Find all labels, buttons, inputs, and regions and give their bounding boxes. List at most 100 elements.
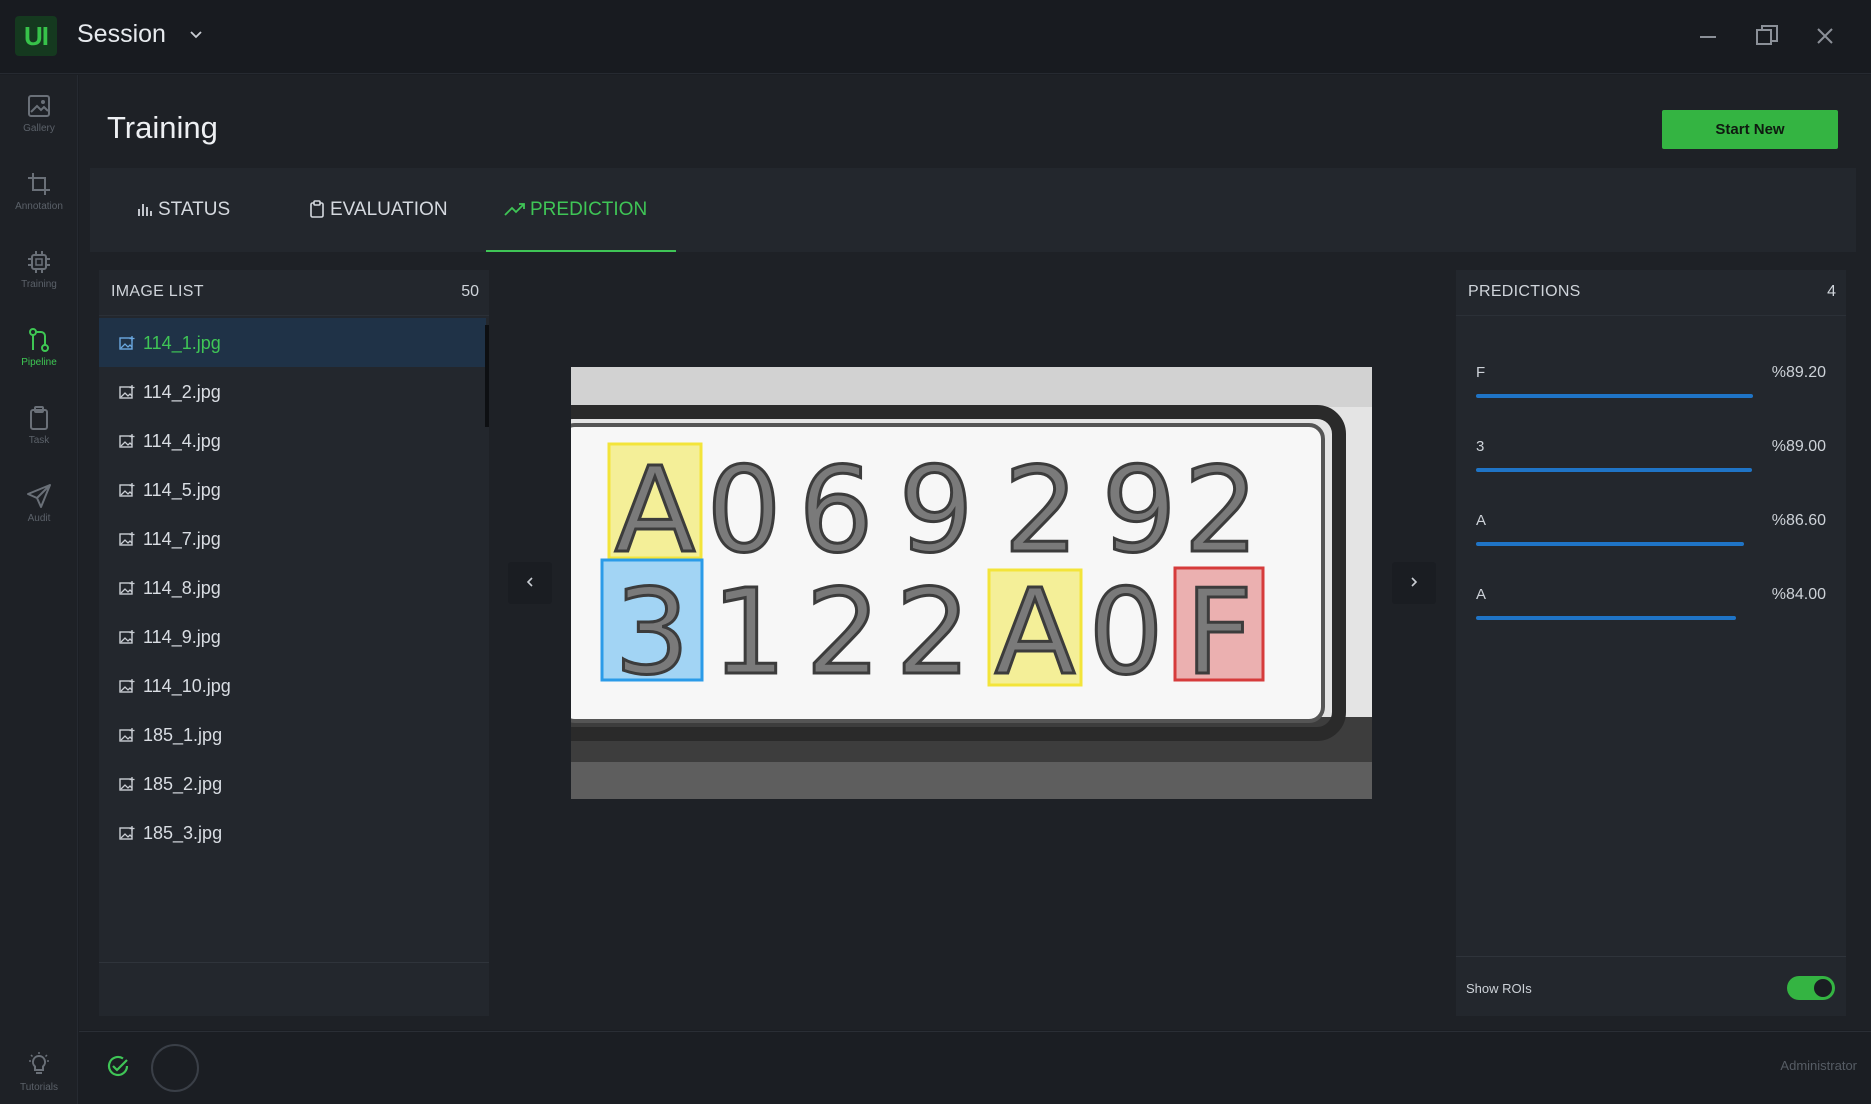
plate-character: A [995, 563, 1076, 701]
scrollbar-thumb[interactable] [485, 325, 489, 427]
page-title: Training [107, 110, 218, 145]
confidence-fill [1476, 542, 1745, 546]
image-icon [28, 95, 50, 117]
image-list-item[interactable]: 185_3.jpg [99, 808, 486, 857]
plate-character: 2 [1183, 441, 1258, 579]
image-file-icon [119, 434, 135, 448]
image-file-icon [119, 336, 135, 350]
plate-character: 0 [1088, 563, 1163, 701]
rail-label: Task [28, 435, 50, 446]
trend-up-icon [504, 203, 525, 216]
rail-label: Pipeline [21, 357, 57, 368]
left-rail: Gallery Annotation Training Pipeline Tas… [0, 75, 78, 1104]
tab-label: STATUS [158, 199, 231, 220]
tab-bar: STATUS EVALUATION PREDICTION [90, 168, 1856, 252]
rail-label: Audit [27, 513, 51, 524]
plate-character: 9 [898, 441, 973, 579]
image-file-icon [119, 728, 135, 742]
image-file-name: 114_4.jpg [143, 431, 221, 451]
status-bar: Administrator [79, 1031, 1871, 1104]
prediction-score: %89.20 [1771, 364, 1826, 381]
rail-item-gallery[interactable]: Gallery [0, 93, 78, 161]
progress-ring [151, 1044, 199, 1092]
plate-character: A [615, 441, 696, 579]
image-list-item[interactable]: 114_10.jpg [99, 661, 486, 710]
prediction-item: A %86.60 [1476, 512, 1826, 572]
close-icon[interactable] [1809, 20, 1841, 52]
tab-prediction[interactable]: PREDICTION [486, 168, 676, 252]
image-top-band [571, 367, 1372, 407]
image-file-icon [119, 777, 135, 791]
clipboard-icon [310, 200, 324, 218]
image-list-item[interactable]: 114_2.jpg [99, 367, 486, 416]
prediction-label: A [1476, 512, 1487, 529]
restore-icon[interactable] [1751, 20, 1783, 52]
plate-character: F [1185, 563, 1253, 701]
image-file-name: 114_10.jpg [143, 676, 231, 696]
rail-item-audit[interactable]: Audit [0, 483, 78, 551]
image-file-icon [119, 385, 135, 399]
plate-character: 2 [895, 563, 970, 701]
image-list-item[interactable]: 114_7.jpg [99, 514, 486, 563]
tab-status[interactable]: STATUS [136, 168, 230, 252]
show-rois-toggle[interactable] [1787, 976, 1835, 1000]
prediction-label: 3 [1476, 438, 1485, 455]
minimize-icon[interactable] [1692, 20, 1724, 52]
plate-character: 1 [711, 563, 786, 701]
image-list-item[interactable]: 114_1.jpg [99, 318, 486, 367]
confidence-fill [1476, 468, 1752, 472]
image-list-item[interactable]: 114_5.jpg [99, 465, 486, 514]
image-file-name: 185_1.jpg [143, 725, 223, 745]
image-file-name: 114_9.jpg [143, 627, 221, 647]
image-list-item[interactable]: 185_1.jpg [99, 710, 486, 759]
predictions-panel: PREDICTIONS 4 F %89.20 3 %89.00 A %86.60… [1456, 270, 1846, 1016]
plate-character: 2 [1003, 441, 1078, 579]
image-list-panel: IMAGE LIST 50 114_1.jpg 114_2.jpg 114_4.jp… [99, 270, 489, 1016]
image-file-icon [119, 581, 135, 595]
lightbulb-icon [29, 1052, 49, 1074]
next-image-button[interactable] [1392, 562, 1436, 604]
image-list-header: IMAGE LIST 50 [99, 270, 489, 316]
rail-item-training[interactable]: Training [0, 249, 78, 317]
prev-image-button[interactable] [508, 562, 552, 604]
plate-character: 2 [805, 563, 880, 701]
image-file-icon [119, 532, 135, 546]
chevron-down-icon[interactable] [188, 26, 204, 42]
divider [99, 962, 489, 963]
confidence-bar [1476, 616, 1786, 620]
image-bottom-shadow [571, 762, 1372, 799]
rail-label: Gallery [23, 123, 55, 134]
divider [1456, 956, 1846, 957]
title-bar: UI Session [0, 0, 1871, 74]
rail-item-tutorials[interactable]: Tutorials [0, 1052, 78, 1104]
image-file-name: 185_3.jpg [143, 823, 223, 843]
predictions-title: PREDICTIONS [1468, 283, 1581, 300]
confidence-bar [1476, 468, 1786, 472]
image-file-name: 114_7.jpg [143, 529, 221, 549]
image-list-item[interactable]: 114_9.jpg [99, 612, 486, 661]
confidence-fill [1476, 394, 1753, 398]
image-file-name: 185_2.jpg [143, 774, 223, 794]
chip-icon [28, 251, 50, 273]
image-list-item[interactable]: 114_4.jpg [99, 416, 486, 465]
plate-character: 6 [798, 441, 873, 579]
rail-item-pipeline[interactable]: Pipeline [0, 327, 78, 395]
image-list-item[interactable]: 185_2.jpg [99, 759, 486, 808]
prediction-image[interactable]: A069292 3122A0F [571, 367, 1372, 799]
send-icon [27, 484, 51, 508]
rail-item-task[interactable]: Task [0, 405, 78, 473]
rail-item-annotation[interactable]: Annotation [0, 171, 78, 239]
prediction-label: A [1476, 586, 1487, 603]
check-circle-icon [107, 1055, 129, 1077]
crop-icon [28, 173, 50, 195]
start-new-button[interactable]: Start New [1662, 110, 1838, 149]
rail-label: Tutorials [20, 1082, 58, 1093]
image-file-icon [119, 679, 135, 693]
pipeline-icon [29, 328, 49, 352]
tab-evaluation[interactable]: EVALUATION [308, 168, 448, 252]
session-title[interactable]: Session [77, 20, 166, 49]
tab-label: PREDICTION [530, 199, 648, 220]
prediction-score: %84.00 [1771, 586, 1826, 603]
image-list-item[interactable]: 114_8.jpg [99, 563, 486, 612]
predictions-header: PREDICTIONS 4 [1456, 270, 1846, 316]
